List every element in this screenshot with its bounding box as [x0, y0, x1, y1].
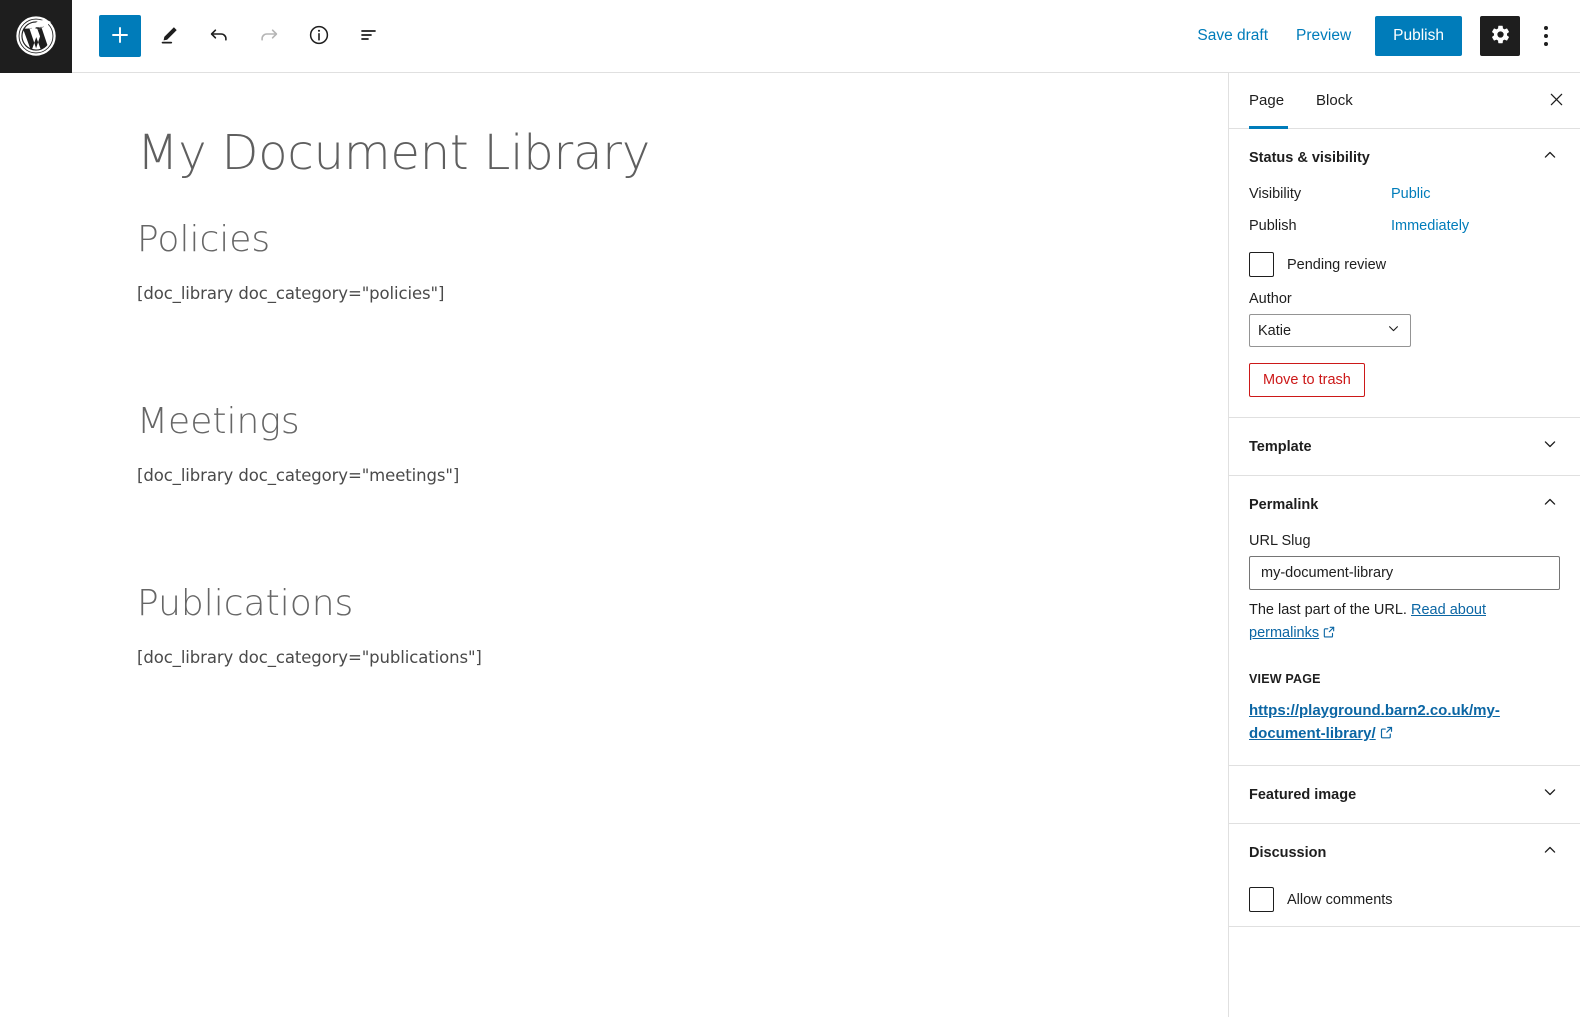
panel-status-visibility-body: Visibility Public Publish Immediately Pe… [1229, 186, 1580, 417]
redo-button[interactable] [247, 14, 291, 58]
section-heading-meetings[interactable]: Meetings [137, 400, 1228, 443]
redo-icon [257, 23, 281, 50]
section-heading-publications[interactable]: Publications [137, 582, 1228, 625]
view-page-link-wrap: https://playground.barn2.co.uk/my-docume… [1249, 700, 1560, 745]
section-heading-policies[interactable]: Policies [137, 218, 1228, 261]
external-link-icon [1322, 624, 1336, 647]
pending-review-row: Pending review [1249, 252, 1560, 277]
permalink-help-text: The last part of the URL. Read about per… [1249, 599, 1560, 647]
panel-title: Featured image [1249, 786, 1357, 803]
panel-title: Discussion [1249, 844, 1327, 861]
undo-icon [207, 23, 231, 50]
pending-review-label: Pending review [1287, 256, 1387, 273]
wordpress-icon [15, 15, 57, 57]
publish-date-button[interactable]: Immediately [1391, 218, 1469, 234]
undo-button[interactable] [197, 14, 241, 58]
view-page-link[interactable]: https://playground.barn2.co.uk/my-docume… [1249, 702, 1500, 742]
panel-discussion-header[interactable]: Discussion [1229, 824, 1580, 881]
shortcode-block-meetings[interactable]: [doc_library doc_category="meetings"] [137, 466, 1228, 485]
visibility-value-button[interactable]: Public [1391, 186, 1431, 202]
panel-discussion: Discussion Allow comments [1229, 824, 1580, 928]
visibility-row: Visibility Public [1249, 186, 1560, 202]
pencil-icon [157, 23, 181, 50]
settings-sidebar: Page Block Status & visibility Visibilit… [1228, 73, 1580, 1017]
panel-discussion-body: Allow comments [1229, 887, 1580, 913]
sidebar-tablist: Page Block [1229, 73, 1580, 129]
editor-top-bar: Save draft Preview Publish [0, 0, 1580, 73]
add-block-button[interactable] [99, 15, 141, 57]
publish-date-row: Publish Immediately [1249, 218, 1560, 234]
settings-button[interactable] [1480, 16, 1520, 56]
plus-icon [108, 23, 132, 50]
allow-comments-row: Allow comments [1249, 887, 1560, 913]
wordpress-logo-button[interactable] [0, 0, 72, 73]
publish-label: Publish [1249, 218, 1297, 234]
external-link-icon [1379, 725, 1394, 745]
editor-canvas[interactable]: My Document Library Policies [doc_librar… [0, 73, 1228, 1017]
panel-status-visibility-header[interactable]: Status & visibility [1229, 129, 1580, 186]
url-slug-input[interactable] [1249, 556, 1560, 590]
chevron-up-icon [1540, 145, 1560, 170]
list-view-button[interactable] [347, 14, 391, 58]
panel-permalink-body: URL Slug The last part of the URL. Read … [1229, 533, 1580, 765]
publish-button[interactable]: Publish [1375, 16, 1462, 56]
author-label: Author [1249, 291, 1292, 307]
panel-template: Template [1229, 418, 1580, 476]
edit-tool-button[interactable] [147, 14, 191, 58]
toolbar-right-group: Save draft Preview Publish [1183, 16, 1580, 56]
panel-featured-image: Featured image [1229, 766, 1580, 825]
chevron-down-icon [1385, 320, 1402, 341]
save-draft-button[interactable]: Save draft [1183, 19, 1282, 53]
view-page-label: VIEW PAGE [1249, 672, 1321, 687]
panel-title: Template [1249, 438, 1312, 455]
page-title[interactable]: My Document Library [137, 125, 1228, 183]
move-to-trash-button[interactable]: Move to trash [1249, 363, 1365, 397]
close-sidebar-button[interactable] [1532, 73, 1580, 128]
preview-button[interactable]: Preview [1282, 19, 1365, 53]
url-slug-label: URL Slug [1249, 533, 1311, 549]
permalink-help-sentence: The last part of the URL. [1249, 602, 1407, 618]
list-view-icon [357, 23, 381, 50]
chevron-down-icon [1540, 782, 1560, 807]
author-select[interactable]: Katie [1249, 314, 1411, 347]
tab-page[interactable]: Page [1229, 73, 1300, 129]
panel-title: Status & visibility [1249, 149, 1370, 166]
options-menu-button[interactable] [1526, 16, 1566, 56]
close-icon [1547, 90, 1566, 112]
allow-comments-label: Allow comments [1287, 891, 1393, 908]
panel-permalink-header[interactable]: Permalink [1229, 476, 1580, 533]
panel-template-header[interactable]: Template [1229, 418, 1580, 475]
kebab-menu-icon [1544, 24, 1548, 48]
panel-status-visibility: Status & visibility Visibility Public Pu… [1229, 129, 1580, 418]
post-content: My Document Library Policies [doc_librar… [0, 73, 1228, 667]
chevron-up-icon [1540, 492, 1560, 517]
pending-review-checkbox[interactable] [1249, 252, 1274, 277]
tab-block[interactable]: Block [1300, 73, 1369, 128]
panel-permalink: Permalink URL Slug The last part of the … [1229, 476, 1580, 767]
chevron-down-icon [1540, 434, 1560, 459]
author-selected-value: Katie [1258, 322, 1292, 339]
visibility-label: Visibility [1249, 186, 1302, 202]
panel-featured-image-header[interactable]: Featured image [1229, 766, 1580, 823]
details-button[interactable] [297, 14, 341, 58]
info-icon [307, 23, 331, 50]
toolbar-left-group [99, 14, 391, 58]
allow-comments-checkbox[interactable] [1249, 887, 1274, 913]
chevron-up-icon [1540, 840, 1560, 865]
gear-icon [1490, 24, 1511, 48]
shortcode-block-publications[interactable]: [doc_library doc_category="publications"… [137, 648, 1228, 667]
panel-title: Permalink [1249, 496, 1319, 513]
shortcode-block-policies[interactable]: [doc_library doc_category="policies"] [137, 284, 1228, 303]
